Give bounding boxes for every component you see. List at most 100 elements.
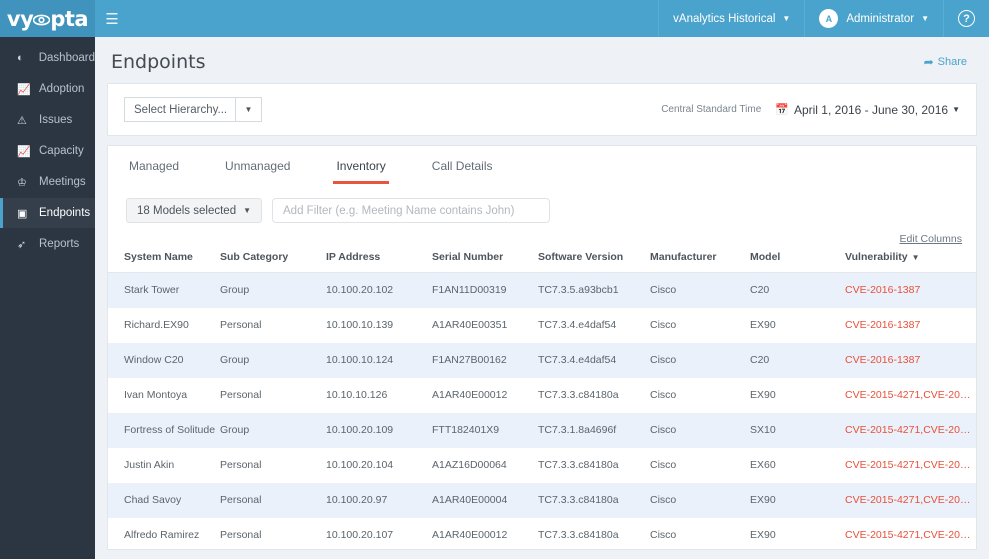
help-button[interactable]: ? xyxy=(943,0,989,37)
cell-vulnerability[interactable]: CVE-2016-1387 xyxy=(845,343,976,378)
table-row[interactable]: Fortress of Solitude Group 10.100.20.109… xyxy=(108,412,976,448)
hierarchy-select-value: Select Hierarchy... xyxy=(134,103,228,116)
cell-sub-category: Personal xyxy=(220,319,262,331)
table-row[interactable]: Window C20 Group 10.100.10.124 F1AN27B00… xyxy=(108,342,976,378)
cell-vulnerability[interactable]: CVE-2015-4271,CVE-2016-... xyxy=(845,448,976,483)
cell-manufacturer: Cisco xyxy=(650,389,677,401)
cell-software-version: TC7.3.3.c84180a xyxy=(538,494,619,506)
cell-system-name: Fortress of Solitude xyxy=(124,424,216,436)
sidebar-item-label: Reports xyxy=(39,238,80,250)
chevron-down-icon: ▼ xyxy=(782,14,791,23)
edit-columns-row: Edit Columns xyxy=(108,233,976,247)
tab-managed[interactable]: Managed xyxy=(126,159,182,184)
cell-ip-address: 10.10.10.126 xyxy=(326,389,388,401)
table-row[interactable]: Ivan Montoya Personal 10.10.10.126 A1AR4… xyxy=(108,377,976,413)
column-header-sub-category[interactable]: Sub Category xyxy=(220,247,326,273)
sidebar-item-meetings[interactable]: ♔ Meetings xyxy=(0,167,95,197)
cell-vulnerability[interactable]: CVE-2015-4271,CVE-2016-... xyxy=(845,378,976,413)
table-row[interactable]: Alfredo Ramirez Personal 10.100.20.107 A… xyxy=(108,517,976,550)
cell-system-name: Chad Savoy xyxy=(124,494,182,506)
share-arrow-icon: ➦ xyxy=(923,55,934,69)
cell-system-name: Justin Akin xyxy=(124,459,175,471)
column-header-vulnerability-label: Vulnerability xyxy=(845,251,908,263)
cell-vulnerability[interactable]: CVE-2016-1387 xyxy=(845,273,976,308)
sidebar-item-dashboard[interactable]: ◐ Dashboard xyxy=(0,43,95,73)
sidebar-item-adoption[interactable]: 📈 Adoption xyxy=(0,74,95,104)
cell-ip-address: 10.100.20.97 xyxy=(326,494,388,506)
cell-software-version: TC7.3.3.c84180a xyxy=(538,389,619,401)
sidebar-item-endpoints[interactable]: ▣ Endpoints xyxy=(0,198,95,228)
tab-bar: Managed Unmanaged Inventory Call Details xyxy=(108,146,976,184)
sidebar-item-capacity[interactable]: 📈 Capacity xyxy=(0,136,95,166)
sidebar-item-label: Endpoints xyxy=(39,207,91,219)
cell-serial-number: FTT182401X9 xyxy=(432,424,500,436)
cell-system-name: Window C20 xyxy=(124,354,184,366)
hamburger-icon[interactable]: ☰ xyxy=(95,0,129,37)
column-header-ip-address[interactable]: IP Address xyxy=(326,247,432,273)
share-button-label: Share xyxy=(937,56,967,68)
chevron-down-icon[interactable]: ▼ xyxy=(235,98,261,121)
column-header-software-version[interactable]: Software Version xyxy=(538,247,650,273)
cell-vulnerability[interactable]: CVE-2015-4271,CVE-2016-... xyxy=(845,413,976,448)
page-title: Endpoints xyxy=(111,51,206,73)
cell-vulnerability[interactable]: CVE-2015-4271,CVE-2016-... xyxy=(845,518,976,550)
edit-columns-link[interactable]: Edit Columns xyxy=(900,233,962,245)
sidebar-item-reports[interactable]: ➶ Reports xyxy=(0,229,95,259)
caret-down-icon: ▼ xyxy=(952,105,960,114)
models-selected-button[interactable]: 18 Models selected ▼ xyxy=(126,198,263,223)
inventory-table-scroll[interactable]: System Name Sub Category IP Address Seri… xyxy=(108,247,976,549)
column-header-manufacturer[interactable]: Manufacturer xyxy=(650,247,750,273)
table-row[interactable]: Chad Savoy Personal 10.100.20.97 A1AR40E… xyxy=(108,482,976,518)
cell-system-name: Ivan Montoya xyxy=(124,389,188,401)
brand-logo-suffix: pta xyxy=(50,6,89,31)
cell-software-version: TC7.3.4.e4daf54 xyxy=(538,354,617,366)
cell-serial-number: A1AR40E00004 xyxy=(432,494,508,506)
tab-label: Managed xyxy=(129,159,180,173)
cell-system-name: Richard.EX90 xyxy=(124,319,189,331)
brand-eye-icon xyxy=(33,10,51,27)
column-header-serial-number[interactable]: Serial Number xyxy=(432,247,538,273)
main-content: Endpoints ➦ Share Select Hierarchy... ▼ … xyxy=(95,37,989,559)
table-row[interactable]: Justin Akin Personal 10.100.20.104 A1AZ1… xyxy=(108,447,976,483)
column-header-model[interactable]: Model xyxy=(750,247,845,273)
table-header-row: System Name Sub Category IP Address Seri… xyxy=(108,247,976,273)
cell-sub-category: Personal xyxy=(220,459,262,471)
table-row[interactable]: Richard.EX90 Personal 10.100.10.139 A1AR… xyxy=(108,307,976,343)
filter-input[interactable] xyxy=(272,198,551,223)
models-selected-label: 18 Models selected xyxy=(137,204,237,217)
cell-software-version: TC7.3.5.a93bcb1 xyxy=(538,284,619,297)
table-row[interactable]: Stark Tower Group 10.100.20.102 F1AN11D0… xyxy=(108,272,976,308)
cell-sub-category: Personal xyxy=(220,494,262,506)
tab-label: Unmanaged xyxy=(225,159,291,173)
sidebar-item-issues[interactable]: ⚠ Issues xyxy=(0,105,95,135)
cell-ip-address: 10.100.20.109 xyxy=(326,424,394,436)
tab-inventory[interactable]: Inventory xyxy=(333,159,389,184)
hierarchy-select[interactable]: Select Hierarchy... ▼ xyxy=(124,97,262,122)
tab-call-details[interactable]: Call Details xyxy=(429,159,496,184)
sidebar-item-label: Issues xyxy=(39,114,73,126)
cell-system-name: Stark Tower xyxy=(124,284,180,297)
cell-serial-number: A1AZ16D00064 xyxy=(432,459,507,471)
column-header-vulnerability[interactable]: Vulnerability ▼ xyxy=(845,247,976,273)
cell-software-version: TC7.3.4.e4daf54 xyxy=(538,319,617,331)
arrow-share-icon: ➶ xyxy=(17,238,27,251)
calendar-icon: 📅 xyxy=(775,104,789,116)
cell-serial-number: F1AN11D00319 xyxy=(432,284,507,297)
share-button[interactable]: ➦ Share xyxy=(924,55,967,69)
cell-sub-category: Group xyxy=(220,424,250,436)
cell-serial-number: A1AR40E00351 xyxy=(432,319,508,331)
inventory-table: System Name Sub Category IP Address Seri… xyxy=(108,247,976,549)
user-menu[interactable]: A Administrator ▼ xyxy=(804,0,943,37)
dashboard-icon: ◐ xyxy=(17,52,24,64)
dataset-selector[interactable]: vAnalytics Historical ▼ xyxy=(658,0,804,37)
tab-unmanaged[interactable]: Unmanaged xyxy=(222,159,293,184)
brand-logo[interactable]: vy pta xyxy=(0,0,95,37)
date-range-picker[interactable]: 📅 April 1, 2016 - June 30, 2016 ▼ xyxy=(775,103,960,117)
cell-ip-address: 10.100.10.139 xyxy=(326,319,394,331)
cell-serial-number: A1AR40E00012 xyxy=(432,529,508,541)
cell-vulnerability[interactable]: CVE-2016-1387 xyxy=(845,308,976,343)
cell-model: EX90 xyxy=(750,494,776,506)
cell-vulnerability[interactable]: CVE-2015-4271,CVE-2016-... xyxy=(845,483,976,518)
caret-down-filled-icon: ▼ xyxy=(911,253,920,262)
column-header-system-name[interactable]: System Name xyxy=(108,247,220,273)
